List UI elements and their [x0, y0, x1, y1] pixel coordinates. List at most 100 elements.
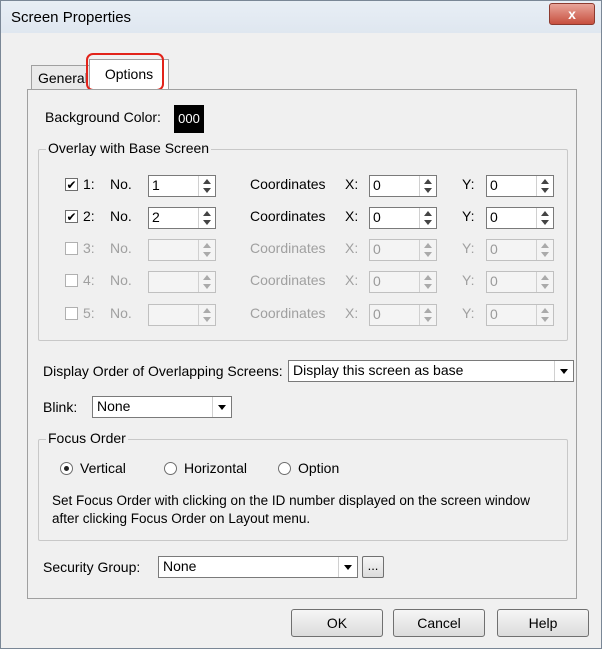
- overlay-no-label-5: No.: [110, 305, 132, 321]
- overlay-coord-label-3: Coordinates: [250, 240, 326, 256]
- focus-order-group-label: Focus Order: [46, 430, 128, 446]
- overlay-y-label-1: Y:: [462, 176, 475, 192]
- options-panel: Background Color: 000 Overlay with Base …: [27, 89, 577, 599]
- help-button[interactable]: Help: [497, 609, 589, 637]
- overlay-checkbox-1[interactable]: ✔: [65, 178, 78, 191]
- spinner-arrows-icon[interactable]: [536, 208, 553, 228]
- overlay-x-value-5: 0: [373, 306, 381, 322]
- overlay-y-spinner-3[interactable]: 0: [486, 239, 554, 261]
- spinner-arrows-icon[interactable]: [198, 272, 215, 292]
- overlay-no-value-1: 1: [152, 177, 160, 193]
- radio-horizontal-label: Horizontal: [184, 460, 248, 476]
- overlay-checkbox-4[interactable]: [65, 274, 78, 287]
- screen-properties-dialog: Screen Properties x General Options Back…: [0, 0, 602, 649]
- overlay-y-spinner-2[interactable]: 0: [486, 207, 554, 229]
- overlay-x-spinner-2[interactable]: 0: [369, 207, 437, 229]
- cancel-button[interactable]: Cancel: [393, 609, 485, 637]
- chevron-down-icon: [212, 397, 231, 417]
- overlay-x-spinner-1[interactable]: 0: [369, 175, 437, 197]
- overlay-checkbox-3[interactable]: [65, 242, 78, 255]
- blink-select[interactable]: None: [92, 396, 232, 418]
- overlay-x-spinner-4[interactable]: 0: [369, 271, 437, 293]
- overlay-x-spinner-3[interactable]: 0: [369, 239, 437, 261]
- background-color-swatch[interactable]: 000: [174, 105, 204, 133]
- spinner-arrows-icon[interactable]: [536, 305, 553, 325]
- title-bar: Screen Properties x: [1, 1, 601, 33]
- overlay-no-spinner-1[interactable]: 1: [148, 175, 216, 197]
- spinner-arrows-icon[interactable]: [419, 176, 436, 196]
- overlay-y-value-2: 0: [490, 209, 498, 225]
- overlay-coord-label-5: Coordinates: [250, 305, 326, 321]
- security-group-browse-button[interactable]: ...: [362, 556, 384, 578]
- overlay-no-spinner-5[interactable]: [148, 304, 216, 326]
- spinner-arrows-icon[interactable]: [198, 240, 215, 260]
- overlay-y-spinner-5[interactable]: 0: [486, 304, 554, 326]
- security-group-label: Security Group:: [43, 559, 141, 575]
- spinner-arrows-icon[interactable]: [419, 208, 436, 228]
- overlay-index-2: 2:: [83, 208, 95, 224]
- radio-option-label: Option: [298, 460, 340, 476]
- overlay-checkbox-2[interactable]: ✔: [65, 210, 78, 223]
- spinner-arrows-icon[interactable]: [198, 305, 215, 325]
- overlay-checkbox-5[interactable]: [65, 307, 78, 320]
- radio-vertical-label: Vertical: [80, 460, 126, 476]
- ok-button[interactable]: OK: [291, 609, 383, 637]
- overlay-y-label-4: Y:: [462, 272, 475, 288]
- overlay-index-3: 3:: [83, 240, 95, 256]
- overlay-index-1: 1:: [83, 176, 95, 192]
- overlay-no-spinner-4[interactable]: [148, 271, 216, 293]
- chevron-down-icon: [554, 361, 573, 381]
- spinner-arrows-icon[interactable]: [419, 240, 436, 260]
- overlay-no-label-2: No.: [110, 208, 132, 224]
- overlay-y-value-3: 0: [490, 241, 498, 257]
- overlay-index-4: 4:: [83, 272, 95, 288]
- spinner-arrows-icon[interactable]: [419, 305, 436, 325]
- overlay-no-label-4: No.: [110, 272, 132, 288]
- radio-vertical[interactable]: [60, 462, 73, 475]
- overlay-y-value-1: 0: [490, 177, 498, 193]
- overlay-coord-label-2: Coordinates: [250, 208, 326, 224]
- display-order-select[interactable]: Display this screen as base: [288, 360, 574, 382]
- overlay-x-label-2: X:: [345, 208, 359, 224]
- overlay-x-label-5: X:: [345, 305, 359, 321]
- blink-label: Blink:: [43, 399, 78, 415]
- spinner-arrows-icon[interactable]: [536, 240, 553, 260]
- blink-value: None: [97, 398, 131, 414]
- overlay-x-label-4: X:: [345, 272, 359, 288]
- overlay-x-spinner-5[interactable]: 0: [369, 304, 437, 326]
- overlay-group-label: Overlay with Base Screen: [46, 140, 212, 156]
- tab-options[interactable]: Options: [89, 59, 169, 90]
- security-group-value: None: [163, 558, 197, 574]
- focus-order-description-2: after clicking Focus Order on Layout men…: [52, 511, 311, 526]
- radio-horizontal[interactable]: [164, 462, 177, 475]
- overlay-y-spinner-1[interactable]: 0: [486, 175, 554, 197]
- tab-general[interactable]: General: [31, 65, 93, 90]
- overlay-no-label-1: No.: [110, 176, 132, 192]
- spinner-arrows-icon[interactable]: [536, 272, 553, 292]
- spinner-arrows-icon[interactable]: [198, 176, 215, 196]
- overlay-no-label-3: No.: [110, 240, 132, 256]
- overlay-no-spinner-3[interactable]: [148, 239, 216, 261]
- spinner-arrows-icon[interactable]: [198, 208, 215, 228]
- close-button[interactable]: x: [549, 3, 595, 25]
- overlay-y-spinner-4[interactable]: 0: [486, 271, 554, 293]
- security-group-select[interactable]: None: [158, 556, 358, 578]
- overlay-x-label-3: X:: [345, 240, 359, 256]
- overlay-x-value-4: 0: [373, 273, 381, 289]
- overlay-y-value-5: 0: [490, 306, 498, 322]
- overlay-index-5: 5:: [83, 305, 95, 321]
- overlay-coord-label-1: Coordinates: [250, 176, 326, 192]
- overlay-y-label-3: Y:: [462, 240, 475, 256]
- overlay-x-value-1: 0: [373, 177, 381, 193]
- spinner-arrows-icon[interactable]: [419, 272, 436, 292]
- overlay-no-value-2: 2: [152, 209, 160, 225]
- spinner-arrows-icon[interactable]: [536, 176, 553, 196]
- chevron-down-icon: [338, 557, 357, 577]
- overlay-no-spinner-2[interactable]: 2: [148, 207, 216, 229]
- window-title: Screen Properties: [11, 9, 132, 26]
- overlay-coord-label-4: Coordinates: [250, 272, 326, 288]
- background-color-label: Background Color:: [45, 109, 161, 125]
- display-order-label: Display Order of Overlapping Screens:: [43, 363, 283, 379]
- radio-option[interactable]: [278, 462, 291, 475]
- overlay-x-value-3: 0: [373, 241, 381, 257]
